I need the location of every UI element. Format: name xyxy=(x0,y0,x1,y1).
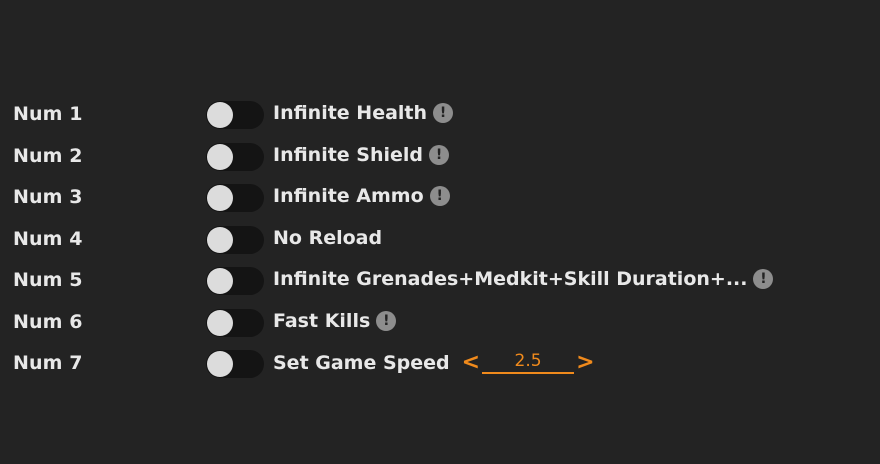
option-label: Infinite Shield xyxy=(273,143,424,166)
option-label: Set Game Speed xyxy=(273,351,450,374)
option-label: Infinite Ammo xyxy=(273,185,424,207)
cheat-row-infinite-ammo: Num 3 Infinite Ammo ! xyxy=(0,178,880,220)
set-game-speed-toggle[interactable] xyxy=(206,350,264,378)
info-icon[interactable]: ! xyxy=(753,269,774,289)
infinite-grenades-toggle[interactable] xyxy=(206,267,264,295)
info-icon[interactable]: ! xyxy=(429,186,450,206)
hotkey-label: Num 6 xyxy=(13,310,83,333)
increase-speed-button[interactable]: > xyxy=(576,351,594,374)
info-icon[interactable]: ! xyxy=(376,310,397,331)
hotkey-label: Num 2 xyxy=(13,144,83,167)
option-label: Infinite Health xyxy=(273,102,428,124)
decrease-speed-button[interactable]: < xyxy=(462,351,480,374)
cheat-row-infinite-health: Num 1 Infinite Health ! xyxy=(0,95,880,137)
cheat-row-fast-kills: Num 6 Fast Kills ! xyxy=(0,303,880,345)
cheat-row-set-game-speed: Num 7 Set Game Speed < 2.5 > xyxy=(0,344,880,386)
hotkey-label: Num 1 xyxy=(13,103,83,125)
hotkey-label: Num 3 xyxy=(13,186,83,208)
game-speed-stepper: < 2.5 > xyxy=(462,351,595,374)
cheat-list: Num 1 Infinite Health ! Num 2 Infinite S… xyxy=(0,95,880,386)
fast-kills-toggle[interactable] xyxy=(206,308,264,337)
toggle-knob xyxy=(207,351,233,377)
cheat-row-no-reload: Num 4 No Reload xyxy=(0,220,880,262)
option-label: No Reload xyxy=(273,226,383,249)
toggle-knob xyxy=(207,226,233,253)
option-label: Fast Kills xyxy=(273,309,371,332)
hotkey-label: Num 4 xyxy=(13,227,83,250)
info-icon[interactable]: ! xyxy=(433,103,454,123)
toggle-knob xyxy=(207,185,233,211)
infinite-ammo-toggle[interactable] xyxy=(206,184,264,212)
toggle-knob xyxy=(207,143,233,170)
no-reload-toggle[interactable] xyxy=(206,225,264,254)
toggle-knob xyxy=(207,309,233,336)
toggle-knob xyxy=(207,102,233,128)
infinite-shield-toggle[interactable] xyxy=(206,142,264,171)
cheat-row-infinite-grenades: Num 5 Infinite Grenades+Medkit+Skill Dur… xyxy=(0,261,880,303)
game-speed-value[interactable]: 2.5 xyxy=(482,351,575,374)
hotkey-label: Num 5 xyxy=(13,269,83,291)
option-label: Infinite Grenades+Medkit+Skill Duration+… xyxy=(273,268,748,290)
cheat-row-infinite-shield: Num 2 Infinite Shield ! xyxy=(0,137,880,179)
infinite-health-toggle[interactable] xyxy=(206,101,264,129)
hotkey-label: Num 7 xyxy=(13,352,83,374)
info-icon[interactable]: ! xyxy=(429,144,450,165)
toggle-knob xyxy=(207,268,233,294)
